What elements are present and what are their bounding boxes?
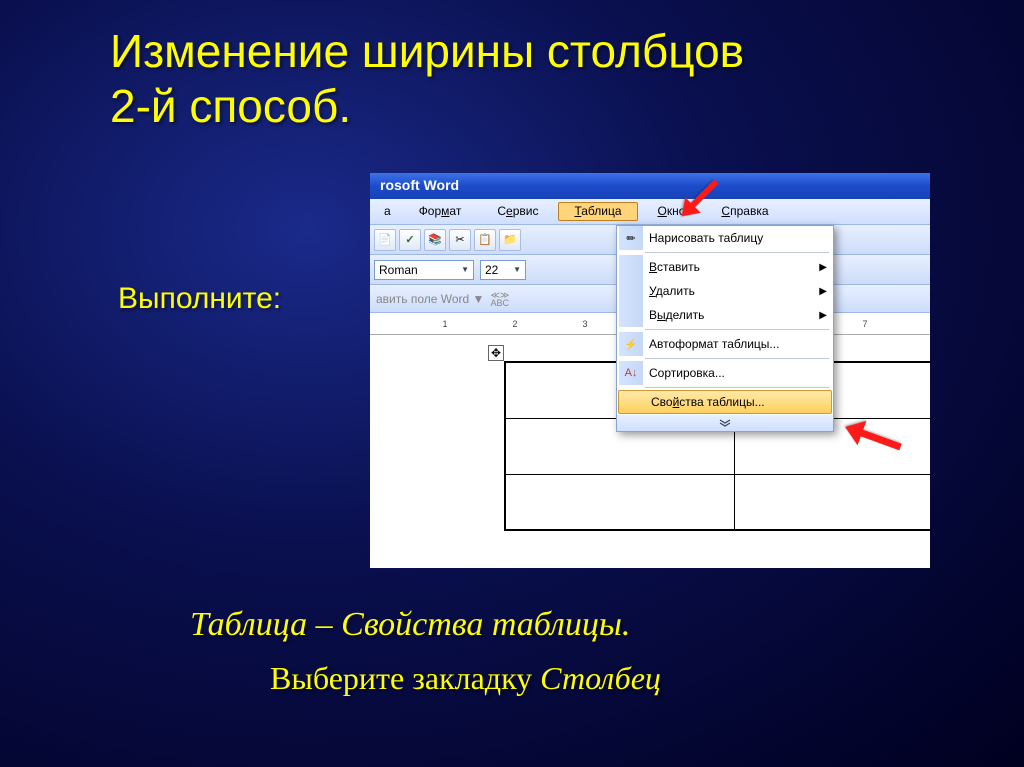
menu-select[interactable]: Выделить▶ (617, 303, 833, 327)
toolbar-icon[interactable]: 📄 (374, 229, 396, 251)
menu-table-properties[interactable]: Свойства таблицы... (618, 390, 832, 414)
font-size-selector[interactable]: 22▼ (480, 260, 526, 280)
pencil-icon: ✏ (619, 226, 643, 250)
table-move-handle[interactable]: ✥ (488, 345, 504, 361)
font-size: 22 (485, 263, 498, 277)
menu-help[interactable]: Справка (705, 202, 784, 221)
autoformat-icon: ⚡ (619, 332, 643, 356)
menu-format[interactable]: Формат (403, 202, 478, 221)
menu-autoformat[interactable]: ⚡ Автоформат таблицы... (617, 332, 833, 356)
sort-icon: A↓ (619, 361, 643, 385)
menu-sort[interactable]: A↓ Сортировка... (617, 361, 833, 385)
blank-icon (619, 279, 643, 303)
menu-bar: а Формат Сервис Таблица Окно Справка (370, 199, 930, 225)
table-cell[interactable] (505, 474, 734, 530)
menu-separator (645, 252, 829, 253)
copy-icon[interactable]: 📋 (474, 229, 496, 251)
menu-item-partial[interactable]: а (376, 202, 399, 221)
blank-icon (621, 391, 645, 413)
paste-icon[interactable]: 📁 (499, 229, 521, 251)
submenu-arrow-icon: ▶ (819, 310, 827, 321)
research-icon[interactable]: 📚 (424, 229, 446, 251)
instruction-path: Таблица – Свойства таблицы. (190, 606, 630, 644)
blank-icon (619, 255, 643, 279)
font-name: Roman (379, 263, 418, 277)
spellcheck-icon[interactable]: ✓ (399, 229, 421, 251)
menu-table[interactable]: Таблица (558, 202, 637, 221)
insert-word-field[interactable]: авить поле Word ▼ (376, 292, 484, 306)
slide-title: Изменение ширины столбцов 2-й способ. (0, 0, 1024, 134)
submenu-arrow-icon: ▶ (819, 262, 827, 273)
cut-icon[interactable]: ✂ (449, 229, 471, 251)
execute-label: Выполните: (118, 282, 281, 316)
menu-separator (645, 387, 829, 388)
menu-separator (645, 329, 829, 330)
menu-service[interactable]: Сервис (481, 202, 554, 221)
blank-icon (619, 303, 643, 327)
abc-toggle[interactable]: ≪≫ABC (490, 291, 509, 307)
table-cell[interactable] (734, 474, 930, 530)
title-line-2: 2-й способ. (110, 79, 1024, 134)
font-selector[interactable]: Roman▼ (374, 260, 474, 280)
menu-draw-table[interactable]: ✏ Нарисовать таблицу (617, 226, 833, 250)
table-menu-dropdown: ✏ Нарисовать таблицу Вставить▶ Удалить▶ … (616, 225, 834, 432)
menu-insert[interactable]: Вставить▶ (617, 255, 833, 279)
instruction-tab: Выберите закладку Столбец (270, 660, 661, 697)
title-line-1: Изменение ширины столбцов (110, 24, 1024, 79)
submenu-arrow-icon: ▶ (819, 286, 827, 297)
menu-expand-chevron[interactable] (617, 415, 833, 431)
menu-delete[interactable]: Удалить▶ (617, 279, 833, 303)
window-titlebar: rosoft Word (370, 173, 930, 199)
word-screenshot: rosoft Word а Формат Сервис Таблица Окно… (370, 173, 930, 568)
menu-separator (645, 358, 829, 359)
menu-window[interactable]: Окно (642, 202, 702, 221)
